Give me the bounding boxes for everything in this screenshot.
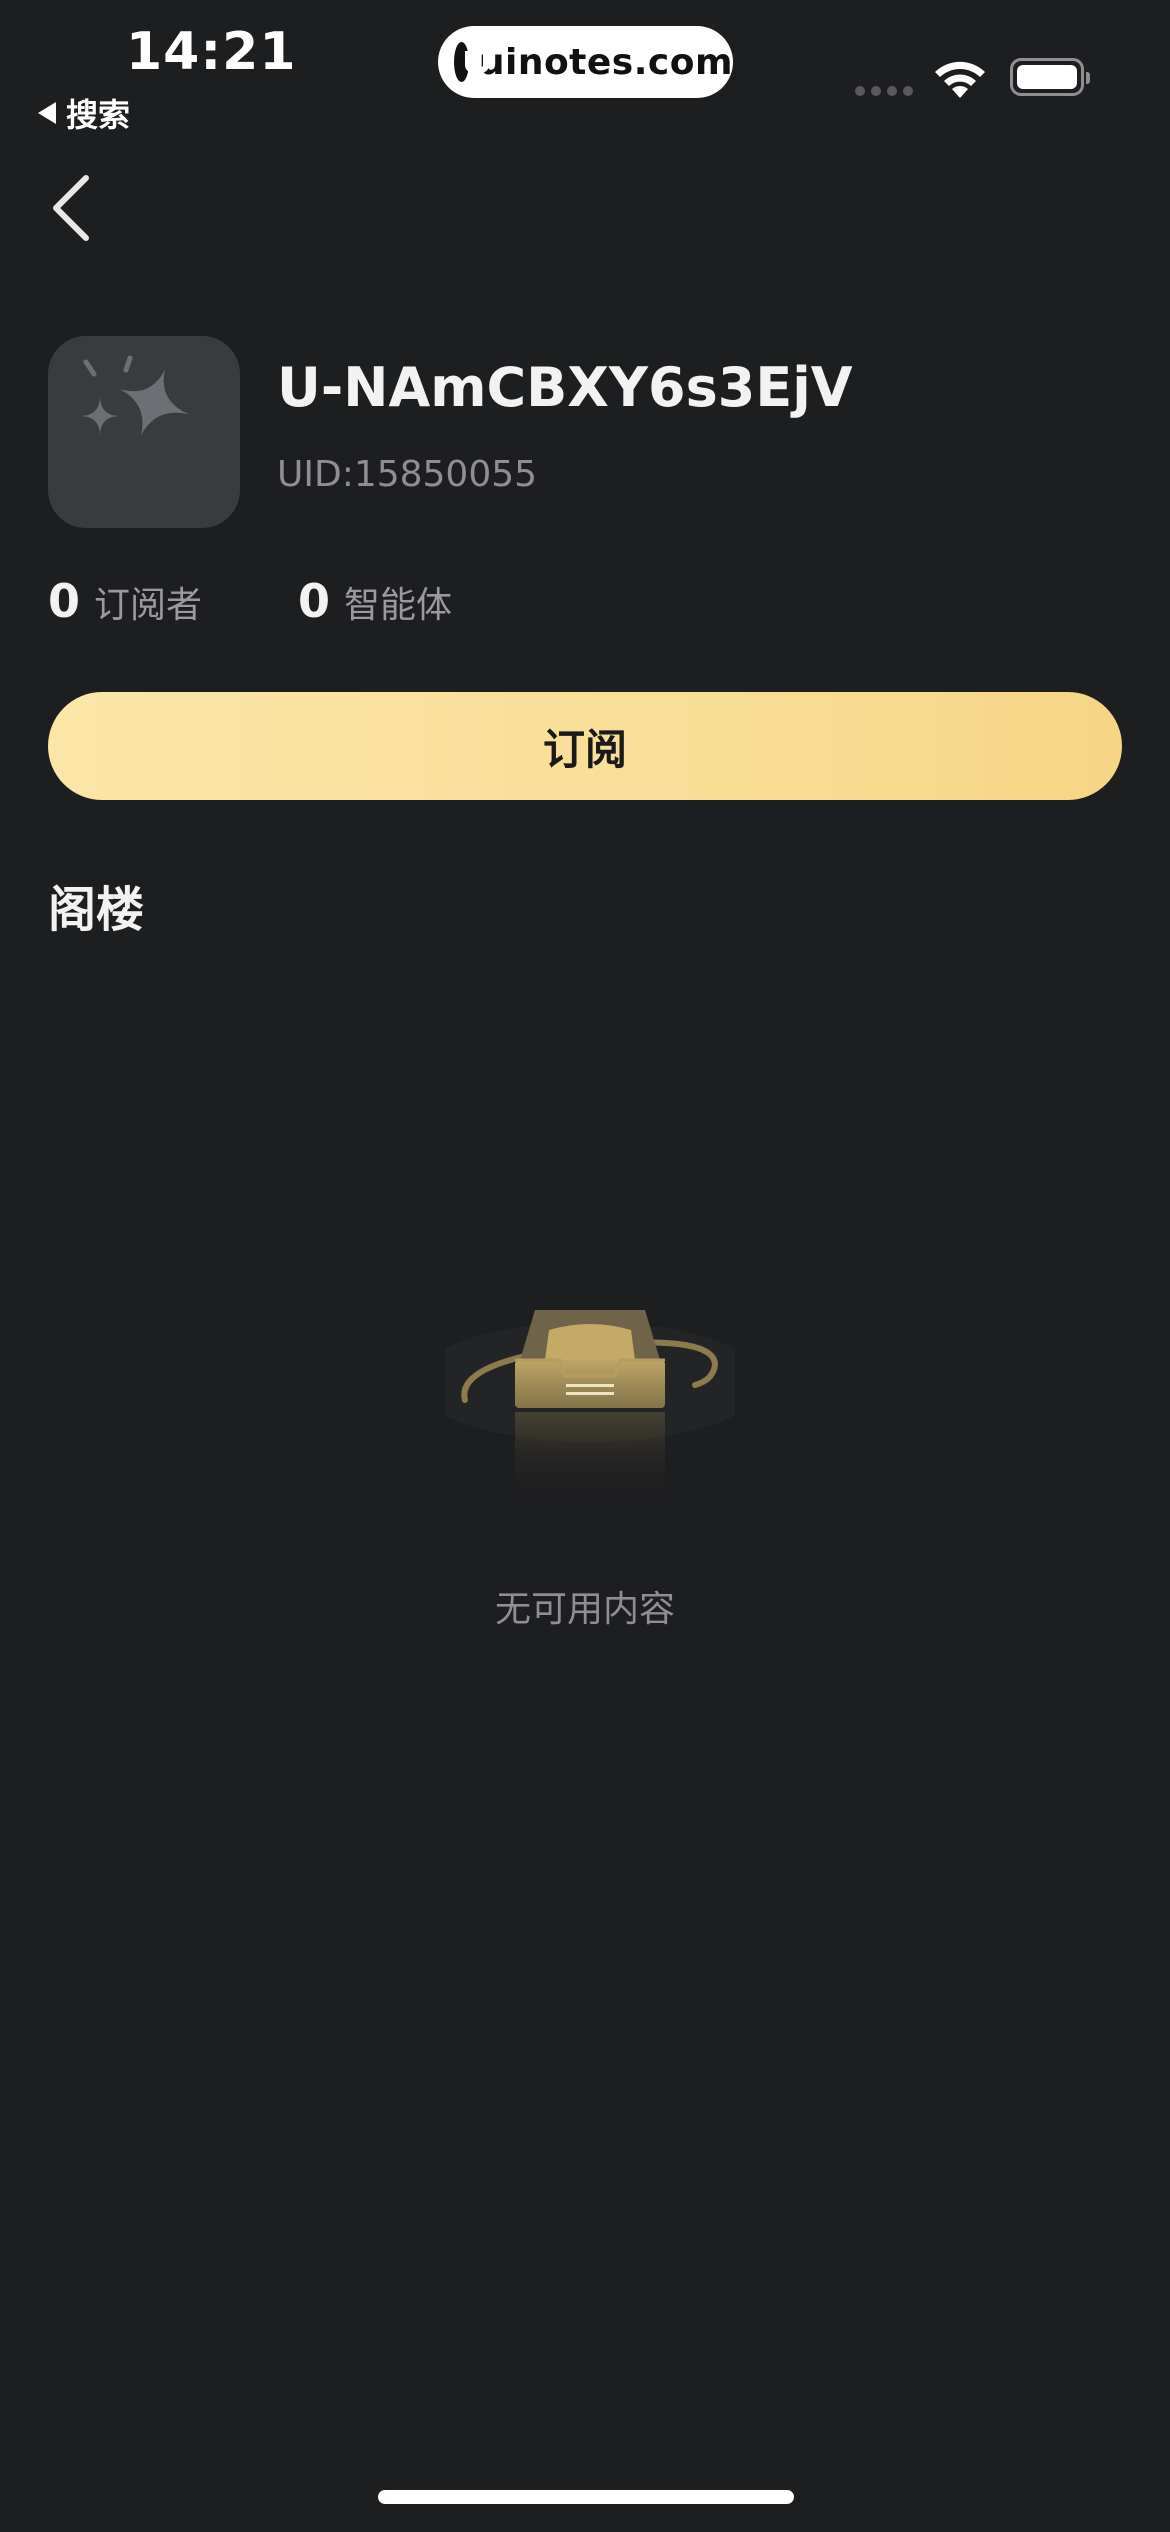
empty-state-message: 无可用内容 [494,1589,675,1630]
agents-stat[interactable]: 0 智能体 [298,574,452,628]
return-to-app-link[interactable]: 搜索 [38,90,130,136]
watermark-badge: uinotes.com [438,26,733,98]
avatar [48,336,240,528]
watermark-logo-icon [454,42,489,82]
subscribers-count: 0 [48,574,81,628]
chevron-left-icon[interactable] [48,172,98,244]
sparkle-icon [80,355,190,436]
section-title: 阁楼 [48,882,145,938]
agents-count: 0 [298,574,331,628]
user-id: UID:15850055 [277,454,538,495]
subscribers-stat[interactable]: 0 订阅者 [48,574,202,628]
battery-icon [1010,58,1090,96]
subscribers-label: 订阅者 [94,585,203,626]
back-triangle-icon [38,102,56,124]
signal-icon [855,86,913,96]
watermark-text: uinotes.com [478,41,733,83]
home-indicator[interactable] [378,2490,794,2504]
subscribe-button[interactable]: 订阅 [48,692,1122,800]
profile-page: 14:21 搜索 uinotes.com U-NAmCBXY6s3EjV UID… [0,0,1170,2532]
username: U-NAmCBXY6s3EjV [277,356,853,419]
status-time: 14:21 [126,22,297,82]
empty-inbox-icon [445,1310,735,1502]
wifi-icon [935,61,985,98]
return-app-label: 搜索 [66,96,131,134]
agents-label: 智能体 [344,585,453,626]
